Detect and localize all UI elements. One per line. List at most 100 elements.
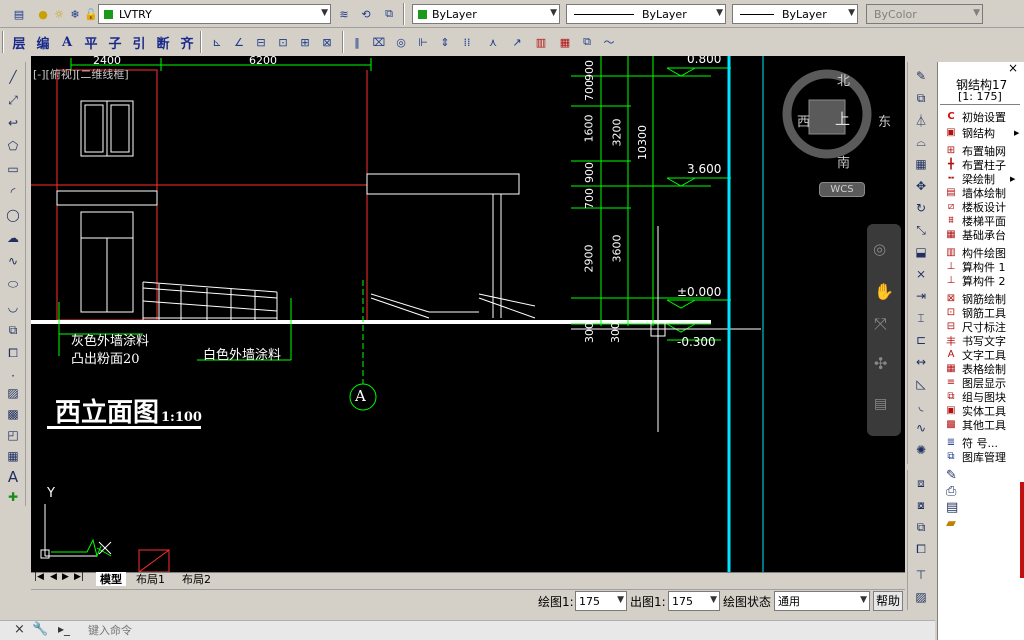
layer-state-icon[interactable]: ≋ bbox=[335, 5, 353, 23]
command-input[interactable] bbox=[88, 622, 928, 638]
print-tool-icon[interactable]: ⎙ bbox=[946, 484, 956, 499]
dim-table-icon[interactable]: ▥ bbox=[532, 33, 550, 51]
blend-icon[interactable]: ∿ bbox=[911, 419, 931, 437]
dim-break-icon[interactable]: ‖ bbox=[348, 33, 366, 51]
tab-next-icon[interactable]: ▶ bbox=[62, 572, 69, 582]
dim-arc-icon[interactable]: ↗ bbox=[508, 33, 526, 51]
menu-rebar-tools[interactable]: 钢筋工具 bbox=[962, 306, 1006, 320]
ellipse-arc-icon[interactable]: ◡ bbox=[4, 298, 22, 316]
break-tool-button[interactable]: 断 bbox=[152, 33, 174, 52]
drawing-canvas[interactable]: [-][俯视][二维线框] 2400 6200 灰色外墙涂料 凸出粉面20 白色… bbox=[31, 56, 905, 572]
color-combo[interactable]: ByLayer ▼ bbox=[412, 4, 560, 24]
command-prompt-icon[interactable]: ▸_ bbox=[58, 622, 70, 636]
folder-tool-icon[interactable]: ▰ bbox=[946, 516, 956, 531]
dim-update-icon[interactable]: ⧉ bbox=[578, 33, 596, 51]
compass-south[interactable]: 南 bbox=[837, 152, 850, 171]
dim-linear-icon[interactable]: ⊾ bbox=[208, 33, 226, 51]
draw-scale-combo[interactable]: 175 ▼ bbox=[575, 591, 627, 611]
full-nav-wheel-icon[interactable]: ◎ bbox=[873, 240, 886, 258]
menu-calc-member-2[interactable]: 算构件 2 bbox=[962, 274, 1006, 288]
dim-center-icon[interactable]: ⇕ bbox=[436, 33, 454, 51]
menu-group-block[interactable]: 组与图块 bbox=[962, 390, 1006, 404]
showmotion-icon[interactable]: ▤ bbox=[874, 396, 887, 412]
dim-angle-icon[interactable]: ⋏ bbox=[484, 33, 502, 51]
circle-icon[interactable]: ◯ bbox=[4, 206, 22, 224]
pan-icon[interactable]: ✋ bbox=[874, 282, 894, 301]
edit-tool-button[interactable]: 编 bbox=[32, 33, 54, 52]
menu-write-text[interactable]: 书写文字 bbox=[962, 334, 1006, 348]
viewport-label[interactable]: [-][俯视][二维线框] bbox=[33, 66, 129, 82]
menu-other-tools[interactable]: 其他工具 bbox=[962, 418, 1006, 432]
menu-slab[interactable]: 楼板设计 bbox=[962, 200, 1006, 214]
insert-block-icon[interactable]: ⧉ bbox=[4, 321, 22, 339]
layer-manager-icon[interactable]: ▤ bbox=[10, 5, 28, 23]
panel-close-icon[interactable]: × bbox=[1008, 61, 1018, 75]
plotstyle-combo[interactable]: ByColor ▼ bbox=[866, 4, 983, 24]
chart-tool-icon[interactable]: ▤ bbox=[946, 500, 958, 515]
tab-first-icon[interactable]: |◀ bbox=[34, 572, 44, 582]
table-icon[interactable]: ▦ bbox=[4, 447, 22, 465]
menu-layer-display[interactable]: 图层显示 bbox=[962, 376, 1006, 390]
menu-dimension[interactable]: 尺寸标注 bbox=[962, 320, 1006, 334]
extend-icon[interactable]: ⇥ bbox=[911, 287, 931, 305]
erase-icon[interactable]: ✎ bbox=[911, 67, 931, 85]
menu-columns[interactable]: 布置柱子 bbox=[962, 158, 1006, 172]
chamfer-icon[interactable]: ◺ bbox=[911, 375, 931, 393]
layer-combo[interactable]: LVTRY ▼ bbox=[98, 4, 331, 24]
menu-stairs[interactable]: 楼梯平面 bbox=[962, 214, 1006, 228]
flat-tool-button[interactable]: 平 bbox=[80, 33, 102, 52]
menu-beams[interactable]: 梁绘制 ▶ bbox=[962, 172, 1015, 186]
ellipse-icon[interactable]: ⬭ bbox=[4, 275, 22, 293]
add-selected-icon[interactable]: ✚ bbox=[4, 488, 22, 506]
menu-table-draw[interactable]: 表格绘制 bbox=[962, 362, 1006, 376]
construction-line-icon[interactable]: ⤢ bbox=[4, 91, 22, 109]
orbit-icon[interactable]: ✣ bbox=[874, 354, 887, 373]
align-tool-button[interactable]: 齐 bbox=[176, 33, 198, 52]
line-icon[interactable]: ╱ bbox=[4, 68, 22, 86]
tab-model[interactable]: 模型 bbox=[96, 572, 126, 586]
help-button[interactable]: 帮助 bbox=[873, 591, 903, 611]
dim-inspect-icon[interactable]: ⌧ bbox=[370, 33, 388, 51]
revcloud-icon[interactable]: ☁ bbox=[4, 229, 22, 247]
make-block-icon[interactable]: ⧠ bbox=[4, 344, 22, 362]
menu-steel[interactable]: 钢结构 ▶ bbox=[962, 126, 1019, 140]
viewcube-top[interactable]: 上 bbox=[835, 108, 850, 129]
break-point-icon[interactable]: ⌶ bbox=[911, 309, 931, 327]
dim-grid-icon[interactable]: ⁞⁞ bbox=[458, 33, 476, 51]
dim-continue-icon[interactable]: ⊞ bbox=[296, 33, 314, 51]
tab-layout1[interactable]: 布局1 bbox=[136, 572, 165, 586]
menu-walls[interactable]: 墙体绘制 bbox=[962, 186, 1006, 200]
spline-icon[interactable]: ∿ bbox=[4, 252, 22, 270]
move-icon[interactable]: ✥ bbox=[911, 177, 931, 195]
linetype-combo[interactable]: ByLayer ▼ bbox=[566, 4, 726, 24]
menu-library[interactable]: 图库管理 bbox=[962, 450, 1006, 464]
tab-prev-icon[interactable]: ◀ bbox=[50, 572, 57, 582]
out-scale-combo[interactable]: 175 ▼ bbox=[668, 591, 720, 611]
state-combo[interactable]: 通用 ▼ bbox=[774, 591, 870, 611]
zoom-extents-icon[interactable]: ⤧ bbox=[874, 314, 887, 334]
gradient-icon[interactable]: ▩ bbox=[4, 405, 22, 423]
close-command-icon[interactable]: × bbox=[14, 622, 25, 637]
layer-iso-icon[interactable]: ⧉ bbox=[380, 5, 398, 23]
explode-icon[interactable]: ✺ bbox=[911, 441, 931, 459]
dim-radius-icon[interactable]: ◎ bbox=[392, 33, 410, 51]
point-icon[interactable]: · bbox=[4, 367, 22, 385]
mtext-icon[interactable]: A bbox=[4, 468, 22, 486]
polyline-icon[interactable]: ↩ bbox=[4, 114, 22, 132]
pencil-tool-icon[interactable]: ✎ bbox=[946, 468, 957, 483]
text-tool-button[interactable]: A bbox=[56, 33, 78, 51]
layer-previous-icon[interactable]: ⟲ bbox=[357, 5, 375, 23]
dim-ordinate-icon[interactable]: ⊡ bbox=[274, 33, 292, 51]
rectangle-icon[interactable]: ▭ bbox=[4, 160, 22, 178]
dim-aligned-icon[interactable]: ∠ bbox=[230, 33, 248, 51]
text-front-icon[interactable]: ⊤ bbox=[911, 566, 931, 584]
stretch-icon[interactable]: ⬓ bbox=[911, 243, 931, 261]
sub-tool-button[interactable]: 子 bbox=[104, 33, 126, 52]
tab-layout2[interactable]: 布局2 bbox=[182, 572, 211, 586]
array-icon[interactable]: ▦ bbox=[911, 155, 931, 173]
copy-icon[interactable]: ⧉ bbox=[911, 89, 931, 107]
wcs-button[interactable]: WCS bbox=[819, 182, 865, 197]
dim-baseline-icon[interactable]: ⊟ bbox=[252, 33, 270, 51]
tab-last-icon[interactable]: ▶| bbox=[74, 572, 84, 582]
rotate-icon[interactable]: ↻ bbox=[911, 199, 931, 217]
